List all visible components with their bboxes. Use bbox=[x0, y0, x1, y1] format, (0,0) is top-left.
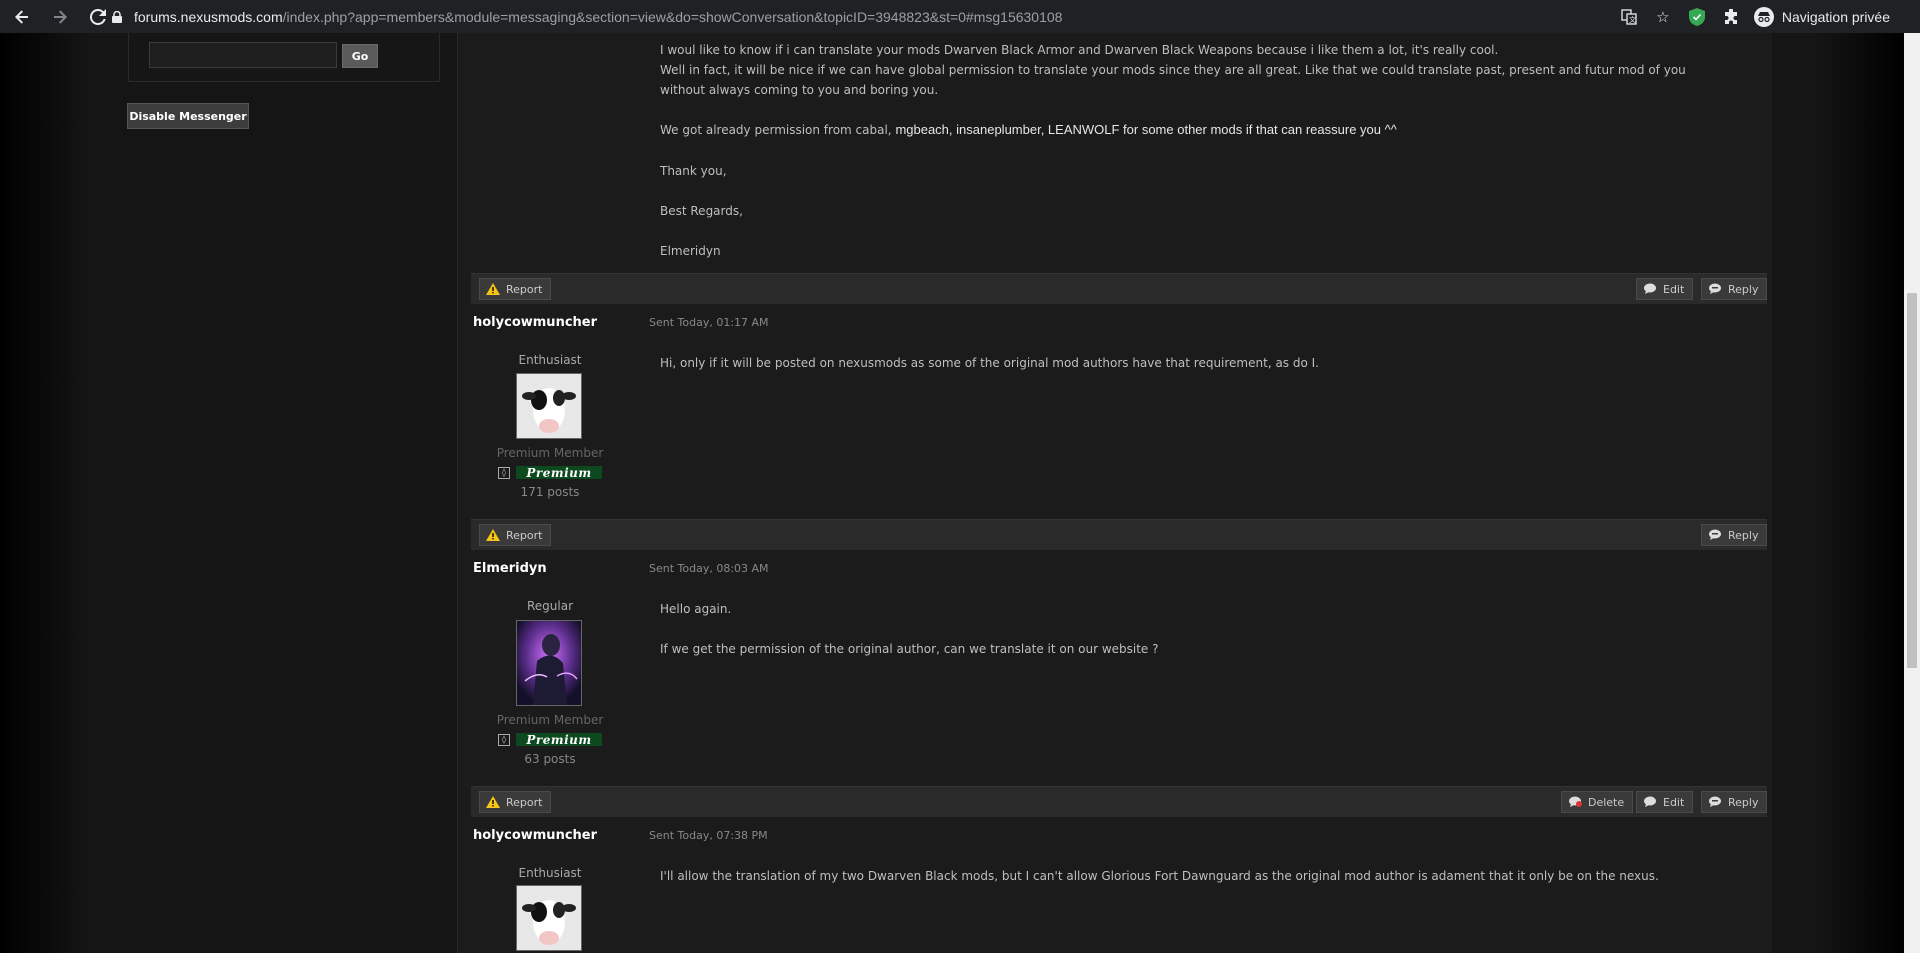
sidebar-search-input[interactable] bbox=[149, 42, 337, 68]
incognito-label: Navigation privée bbox=[1781, 8, 1890, 25]
premium-icon: ◊ bbox=[498, 466, 510, 479]
delete-button[interactable]: Delete bbox=[1561, 791, 1634, 813]
premium-badge-label: Premium bbox=[516, 733, 602, 747]
edit-button[interactable]: Edit bbox=[1636, 278, 1694, 300]
back-icon[interactable] bbox=[12, 7, 32, 27]
sidebar: Go Disable Messenger bbox=[118, 33, 440, 953]
permission-rest: mgbeach, insaneplumber, LEANWOLF for som… bbox=[895, 122, 1397, 137]
reply-label: Reply bbox=[1728, 282, 1759, 296]
warning-icon bbox=[486, 796, 500, 808]
premium-badge: ◊ Premium bbox=[498, 732, 602, 747]
lock-icon bbox=[110, 10, 124, 24]
edit-bubble-icon bbox=[1643, 796, 1657, 808]
avatar[interactable] bbox=[516, 620, 582, 706]
member-rank: Regular bbox=[526, 599, 574, 613]
message-permission-line: We got already permission from cabal, mg… bbox=[660, 120, 1397, 140]
premium-badge-label: Premium bbox=[516, 466, 602, 480]
address-bar[interactable]: forums.nexusmods.com/index.php?app=membe… bbox=[110, 2, 1690, 31]
member-type: Premium Member bbox=[496, 446, 604, 460]
edit-label: Edit bbox=[1663, 282, 1685, 296]
post-body: I'll allow the translation of my two Dwa… bbox=[660, 869, 1659, 883]
forward-icon[interactable] bbox=[50, 7, 70, 27]
avatar[interactable] bbox=[516, 885, 582, 951]
edit-button[interactable]: Edit bbox=[1636, 791, 1694, 813]
edit-label: Edit bbox=[1663, 795, 1685, 809]
delete-label: Delete bbox=[1588, 795, 1625, 809]
disable-messenger-button[interactable]: Disable Messenger bbox=[127, 103, 249, 129]
page-scrollbar[interactable] bbox=[1904, 33, 1920, 953]
reply-button[interactable]: Reply bbox=[1701, 791, 1768, 813]
sidebar-search-box: Go bbox=[128, 33, 440, 82]
url-path: /index.php?app=members&module=messaging&… bbox=[282, 8, 1063, 25]
post-author[interactable]: holycowmuncher bbox=[473, 315, 597, 330]
go-button[interactable]: Go bbox=[342, 44, 378, 68]
post-count: 63 posts bbox=[524, 752, 576, 766]
post-count: 171 posts bbox=[520, 485, 580, 499]
translate-icon[interactable]: 文 bbox=[1618, 6, 1640, 28]
post-author[interactable]: holycowmuncher bbox=[473, 828, 597, 843]
report-button[interactable]: Report bbox=[479, 278, 552, 300]
report-label: Report bbox=[506, 282, 543, 296]
incognito-icon bbox=[1753, 6, 1774, 27]
post-body-line: Hello again. bbox=[660, 602, 732, 616]
message-thanks: Thank you, bbox=[660, 164, 727, 178]
extensions-puzzle-icon[interactable] bbox=[1720, 6, 1742, 28]
browser-toolbar: forums.nexusmods.com/index.php?app=membe… bbox=[0, 0, 1920, 33]
report-button[interactable]: Report bbox=[479, 524, 552, 546]
reply-label: Reply bbox=[1728, 795, 1759, 809]
permission-prefix: We got already permission from cabal, bbox=[660, 123, 896, 137]
url-domain: forums.nexusmods.com bbox=[134, 8, 283, 25]
delete-bubble-icon bbox=[1568, 796, 1582, 808]
bookmark-star-icon[interactable]: ☆ bbox=[1652, 6, 1674, 28]
report-label: Report bbox=[506, 528, 543, 542]
message-line: Well in fact, it will be nice if we can … bbox=[660, 63, 1686, 77]
scrollbar-thumb[interactable] bbox=[1907, 293, 1917, 668]
report-label: Report bbox=[506, 795, 543, 809]
post-body: Hi, only if it will be posted on nexusmo… bbox=[660, 356, 1319, 370]
message-line: I woul like to know if i can translate y… bbox=[660, 43, 1499, 57]
post-author[interactable]: Elmeridyn bbox=[473, 561, 547, 576]
post-body-line: If we get the permission of the original… bbox=[660, 642, 1159, 656]
reply-bubble-icon bbox=[1708, 283, 1722, 295]
reply-label: Reply bbox=[1728, 528, 1759, 542]
warning-icon bbox=[486, 529, 500, 541]
incognito-profile[interactable]: Navigation privée bbox=[1753, 6, 1890, 27]
premium-badge: ◊ Premium bbox=[498, 465, 602, 480]
message-line: without always coming to you and boring … bbox=[660, 83, 939, 97]
post-timestamp: Sent Today, 08:03 AM bbox=[649, 562, 769, 575]
message-signature: Elmeridyn bbox=[660, 244, 721, 258]
avatar[interactable] bbox=[516, 373, 582, 439]
member-type: Premium Member bbox=[496, 713, 604, 727]
premium-icon: ◊ bbox=[498, 733, 510, 746]
report-button[interactable]: Report bbox=[479, 791, 552, 813]
message-actions-bar: Report Edit Reply bbox=[471, 273, 1768, 304]
reply-button[interactable]: Reply bbox=[1701, 278, 1768, 300]
edit-bubble-icon bbox=[1643, 283, 1657, 295]
reply-bubble-icon bbox=[1708, 796, 1722, 808]
svg-text:文: 文 bbox=[1629, 15, 1636, 24]
message-regards: Best Regards, bbox=[660, 204, 743, 218]
reply-button[interactable]: Reply bbox=[1701, 524, 1768, 546]
reply-bubble-icon bbox=[1708, 529, 1722, 541]
post-timestamp: Sent Today, 07:38 PM bbox=[649, 829, 768, 842]
shield-extension-icon[interactable] bbox=[1686, 6, 1708, 28]
warning-icon bbox=[486, 283, 500, 295]
message-actions-bar: Report Reply bbox=[471, 519, 1768, 550]
member-rank: Enthusiast bbox=[518, 353, 582, 367]
reload-icon[interactable] bbox=[88, 7, 108, 27]
message-actions-bar: Report Delete Edit Reply bbox=[471, 786, 1768, 817]
post-timestamp: Sent Today, 01:17 AM bbox=[649, 316, 769, 329]
member-rank: Enthusiast bbox=[518, 866, 582, 880]
